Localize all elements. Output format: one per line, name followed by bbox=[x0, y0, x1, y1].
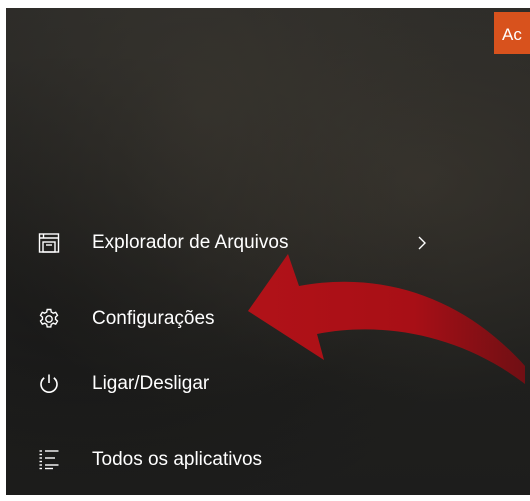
menu-item-label: Ligar/Desligar bbox=[92, 373, 210, 394]
menu-item-power[interactable]: Ligar/Desligar bbox=[6, 361, 446, 407]
menu-item-label: Configurações bbox=[92, 308, 215, 329]
menu-item-all-apps[interactable]: Todos os aplicativos bbox=[6, 437, 446, 483]
all-apps-list-icon bbox=[39, 450, 59, 470]
chevron-right-icon bbox=[418, 236, 426, 250]
power-icon bbox=[40, 374, 58, 393]
app-tile-label: Ac bbox=[502, 25, 522, 44]
menu-item-settings[interactable]: Configurações bbox=[6, 296, 446, 342]
menu-item-label: Explorador de Arquivos bbox=[92, 232, 289, 253]
start-menu-panel: Ac Explorador de Arquivos Configurações … bbox=[6, 8, 530, 495]
app-tile[interactable]: Ac bbox=[494, 12, 530, 54]
menu-item-file-explorer[interactable]: Explorador de Arquivos bbox=[6, 220, 446, 266]
menu-item-label: Todos os aplicativos bbox=[92, 449, 263, 470]
file-explorer-icon bbox=[38, 233, 60, 253]
gear-icon bbox=[39, 308, 59, 328]
